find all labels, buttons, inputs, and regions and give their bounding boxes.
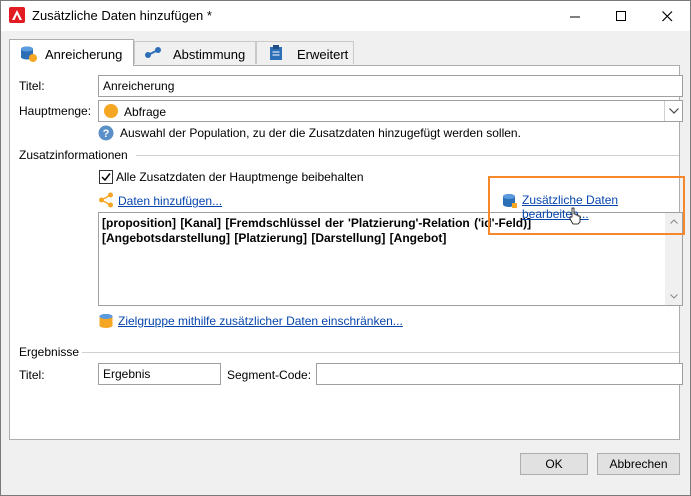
maximize-button[interactable]: [598, 1, 644, 31]
minimize-icon: [570, 16, 580, 18]
svg-text:?: ?: [103, 128, 110, 140]
checkmark-icon: [101, 173, 111, 182]
ok-button-label: OK: [545, 457, 563, 471]
window-title: Zusätzliche Daten hinzufügen *: [32, 8, 212, 23]
tab-panel-anreicherung: Titel: Anreicherung Hauptmenge: Abfrage …: [9, 65, 685, 440]
tab-abstimmung[interactable]: Abstimmung: [134, 41, 256, 64]
segment-code-label: Segment-Code:: [227, 368, 312, 382]
close-button[interactable]: [644, 1, 690, 31]
additional-info-section-label: Zusatzinformationen: [19, 148, 128, 162]
section-divider: [82, 352, 679, 353]
add-data-link[interactable]: Daten hinzufügen...: [118, 194, 222, 208]
query-icon: [104, 104, 118, 118]
close-icon: [662, 11, 673, 22]
title-input[interactable]: Anreicherung: [98, 75, 683, 97]
section-divider: [136, 155, 679, 156]
hand-cursor-icon: [569, 207, 581, 225]
adobe-campaign-icon: [9, 7, 25, 23]
database-restrict-icon: [99, 314, 113, 328]
keep-all-label: Alle Zusatzdaten der Hauptmenge beibehal…: [116, 170, 364, 184]
maximize-icon: [616, 11, 626, 21]
tab-anreicherung[interactable]: Anreicherung: [9, 39, 134, 66]
result-title-input[interactable]: Ergebnis: [98, 363, 221, 385]
edit-data-link[interactable]: Zusätzliche Daten bearbeiten...: [522, 193, 679, 221]
main-set-label: Hauptmenge:: [19, 104, 92, 118]
minimize-button[interactable]: [552, 1, 598, 31]
result-title-value: Ergebnis: [103, 367, 151, 381]
main-set-select[interactable]: Abfrage: [98, 100, 683, 122]
help-icon: ?: [98, 125, 114, 141]
cancel-button[interactable]: Abbrechen: [597, 453, 680, 475]
reconciliation-icon: [145, 47, 161, 58]
tab-label: Abstimmung: [173, 47, 246, 62]
database-enrich-icon: [21, 46, 37, 62]
tab-erweitert[interactable]: Erweitert: [256, 41, 354, 64]
ok-button[interactable]: OK: [520, 453, 588, 475]
clipboard-icon: [270, 45, 282, 60]
title-input-value: Anreicherung: [103, 79, 175, 93]
results-section-label: Ergebnisse: [19, 345, 80, 359]
title-label: Titel:: [19, 79, 45, 93]
scroll-down-icon: [670, 294, 678, 299]
title-bar: Zusätzliche Daten hinzufügen *: [1, 1, 690, 31]
result-title-label: Titel:: [19, 368, 45, 382]
main-set-hint: Auswahl der Population, zu der die Zusat…: [120, 126, 521, 140]
main-set-value: Abfrage: [124, 105, 167, 119]
share-icon: [99, 192, 113, 208]
restrict-target-link[interactable]: Zielgruppe mithilfe zusätzlicher Daten e…: [118, 314, 403, 328]
tab-label: Erweitert: [297, 47, 349, 62]
chevron-down-icon: [669, 108, 679, 114]
database-edit-icon: [503, 194, 517, 208]
dialog-window: Zusätzliche Daten hinzufügen * Anreicher…: [0, 0, 691, 496]
cancel-button-label: Abbrechen: [609, 457, 668, 471]
dropdown-button[interactable]: [664, 101, 682, 121]
segment-code-input[interactable]: [316, 363, 683, 385]
keep-all-checkbox[interactable]: [99, 170, 113, 184]
tab-label: Anreicherung: [45, 47, 123, 62]
